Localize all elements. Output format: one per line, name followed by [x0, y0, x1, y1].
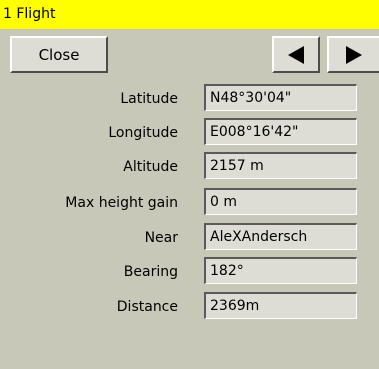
longitude-value: E008°16'42"	[204, 118, 357, 145]
dialog-title: 1 Flight	[0, 0, 379, 29]
near-value: AleXAndersch	[204, 223, 357, 250]
latitude-value: N48°30'04"	[204, 84, 357, 111]
max-height-gain-value: 0 m	[204, 188, 357, 215]
latitude-label: Latitude	[120, 91, 178, 107]
bearing-value: 182°	[204, 257, 357, 284]
close-button[interactable]: Close	[10, 36, 108, 73]
altitude-label: Altitude	[123, 159, 178, 175]
flight-dialog: 1 Flight Close Latitude N48°30'04" Longi…	[0, 0, 379, 369]
triangle-left-icon	[288, 45, 304, 64]
triangle-right-icon	[346, 45, 362, 64]
altitude-value: 2157 m	[204, 152, 357, 179]
distance-label: Distance	[116, 299, 178, 315]
next-button[interactable]	[327, 36, 379, 73]
near-label: Near	[144, 230, 178, 246]
distance-value: 2369m	[204, 292, 357, 319]
previous-button[interactable]	[272, 36, 320, 73]
max-height-gain-label: Max height gain	[65, 195, 178, 211]
longitude-label: Longitude	[108, 125, 178, 141]
bearing-label: Bearing	[123, 264, 178, 280]
